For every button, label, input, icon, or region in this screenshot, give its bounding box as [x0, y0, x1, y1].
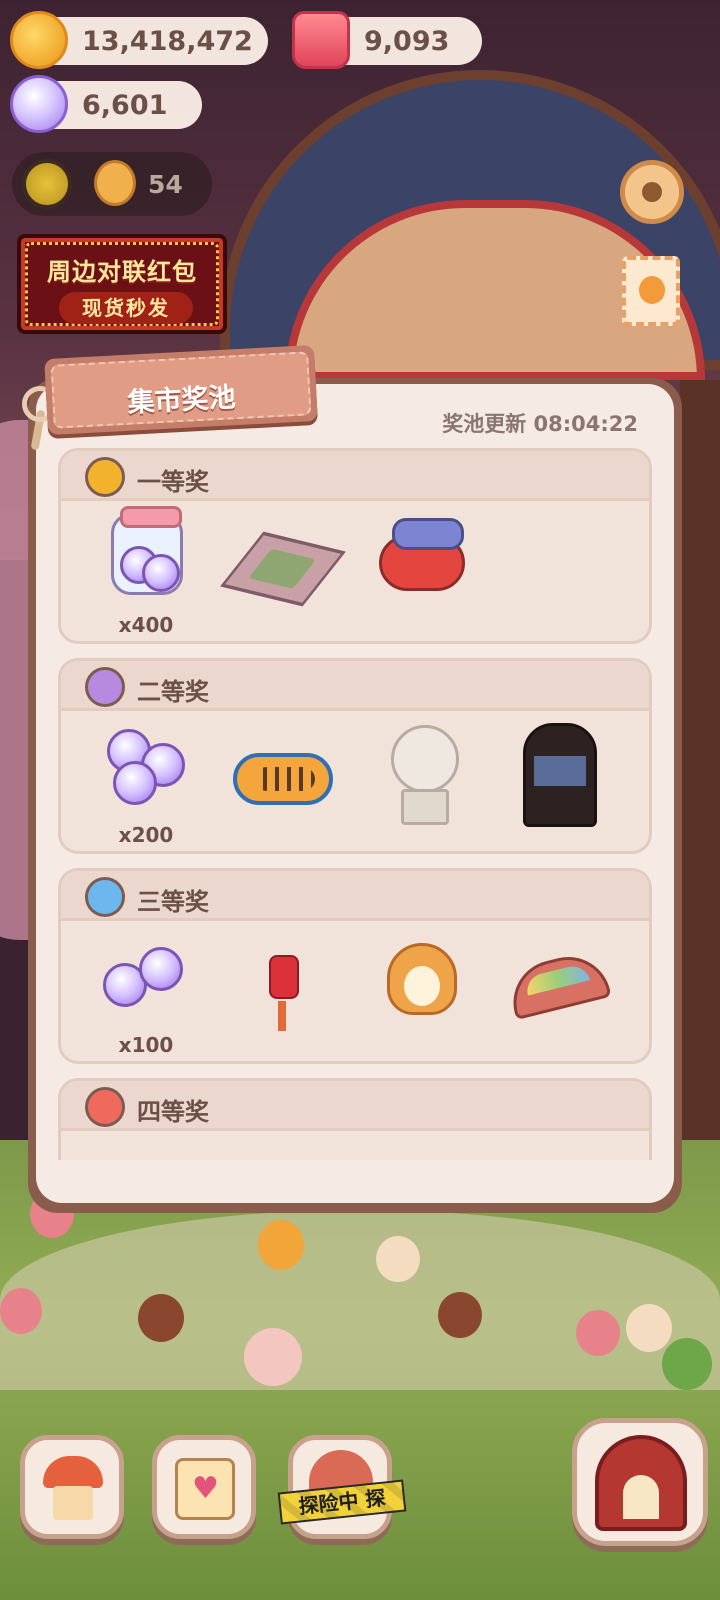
- stamp-card-button[interactable]: [622, 256, 680, 326]
- prize-tier-list[interactable]: 一等奖 x400 二等奖 x200 三等奖 x100 四等奖: [58, 448, 652, 1160]
- promo-banner[interactable]: 周边对联红包 现货秒发: [17, 234, 227, 334]
- green-cookie-character[interactable]: [662, 1338, 712, 1390]
- exploring-status: 探险中 探: [279, 1481, 405, 1523]
- notebook-button[interactable]: [152, 1435, 256, 1539]
- prize-item-rainbow-fan[interactable]: [501, 933, 612, 1043]
- promo-subline: 现货秒发: [59, 292, 193, 324]
- rug-icon: [220, 531, 346, 607]
- home-button[interactable]: [20, 1435, 124, 1539]
- heart-notebook-icon: [175, 1458, 235, 1520]
- corgi-bread-icon: [387, 943, 457, 1015]
- panel-title: 集市奖池: [126, 382, 237, 419]
- prize-item-gem-pair[interactable]: x100: [91, 933, 201, 1057]
- stage-button[interactable]: [572, 1418, 708, 1546]
- theater-stage-icon: [595, 1435, 687, 1531]
- tier-header: 三等奖: [61, 871, 649, 921]
- stone-plaza: [0, 1210, 720, 1390]
- brown-cookie-character[interactable]: [438, 1292, 482, 1338]
- visitor-count: 54: [148, 170, 183, 199]
- item-quantity: x100: [118, 1033, 174, 1057]
- item-quantity: x400: [118, 613, 174, 637]
- pink-cookie-character[interactable]: [576, 1310, 620, 1356]
- bookshelf-icon: [523, 723, 597, 827]
- prize-tier-first: 一等奖 x400: [58, 448, 652, 644]
- prize-pool-body: 奖池更新 08:04:22 一等奖 x400 二等奖 x200 三等奖 x100…: [36, 384, 674, 1203]
- chinese-knot-icon: [269, 943, 299, 1035]
- poodle-statue-icon: [391, 725, 459, 825]
- pink-cookie-character[interactable]: [0, 1288, 42, 1334]
- sunglasses-character[interactable]: [626, 1304, 672, 1352]
- prize-item-tiger-rug[interactable]: [227, 723, 337, 833]
- prize-item-round-bookshelf[interactable]: [501, 723, 611, 833]
- prize-tier-third: 三等奖 x100: [58, 868, 652, 1064]
- mushroom-house-icon: [43, 1456, 103, 1522]
- side-shelf: [680, 380, 720, 1180]
- red-orb-icon: [85, 1087, 125, 1127]
- tier-label: 四等奖: [137, 1098, 209, 1126]
- tier-header: 二等奖: [61, 661, 649, 711]
- tier-header: 四等奖: [61, 1081, 649, 1131]
- sun-icon: [22, 159, 72, 209]
- prize-item-gem-jar[interactable]: x400: [91, 506, 201, 637]
- gem-counter[interactable]: 6,601: [10, 75, 202, 133]
- sunglasses-character[interactable]: [376, 1236, 420, 1282]
- tier-label: 二等奖: [137, 678, 209, 706]
- explore-button[interactable]: 探险中 探: [277, 1435, 407, 1539]
- orange-cookie-character[interactable]: [258, 1220, 304, 1270]
- candle-counter[interactable]: 9,093: [292, 11, 482, 69]
- tier-header: 一等奖: [61, 451, 649, 501]
- prize-tier-fourth: 四等奖: [58, 1078, 652, 1160]
- gem-jar-icon: [111, 506, 183, 595]
- cookie-face-icon: [94, 160, 136, 206]
- prize-pool-panel: 奖池更新 08:04:22 一等奖 x400 二等奖 x200 三等奖 x100…: [28, 378, 682, 1213]
- pig-character[interactable]: [244, 1328, 302, 1386]
- prize-item-corgi-bread[interactable]: [365, 933, 475, 1043]
- item-quantity: x200: [118, 823, 174, 847]
- brown-cookie-character[interactable]: [138, 1294, 184, 1342]
- gold-counter[interactable]: 13,418,472: [10, 11, 268, 69]
- blue-orb-icon: [85, 877, 125, 917]
- promo-headline: 周边对联红包: [47, 258, 197, 286]
- tag-inner: 集市奖池: [50, 351, 312, 429]
- prize-item-patterned-rug[interactable]: [220, 513, 346, 623]
- settings-gear-button[interactable]: [620, 160, 684, 224]
- purple-orb-icon: [85, 667, 125, 707]
- rainbow-fan-icon: [504, 947, 612, 1021]
- gold-orb-icon: [85, 457, 125, 497]
- crystal-candy-icon: [10, 75, 68, 133]
- prize-tier-second: 二等奖 x200: [58, 658, 652, 854]
- tier-label: 三等奖: [137, 888, 209, 916]
- plane-icon: [379, 518, 465, 591]
- cookie-coin-icon: [10, 11, 68, 69]
- prize-item-poodle-statue[interactable]: [365, 723, 475, 833]
- prize-item-chinese-knot[interactable]: [227, 933, 337, 1043]
- exploring-tape: 探险中 探: [277, 1479, 407, 1525]
- prize-item-toy-plane[interactable]: [365, 513, 475, 623]
- pool-refresh-timer: 奖池更新 08:04:22: [442, 412, 638, 436]
- candle-icon: [292, 11, 350, 69]
- panel-title-tag: 集市奖池: [44, 344, 318, 436]
- tiger-rug-icon: [233, 753, 333, 805]
- prize-item-gem-cluster[interactable]: x200: [91, 723, 201, 847]
- tier-label: 一等奖: [137, 468, 209, 496]
